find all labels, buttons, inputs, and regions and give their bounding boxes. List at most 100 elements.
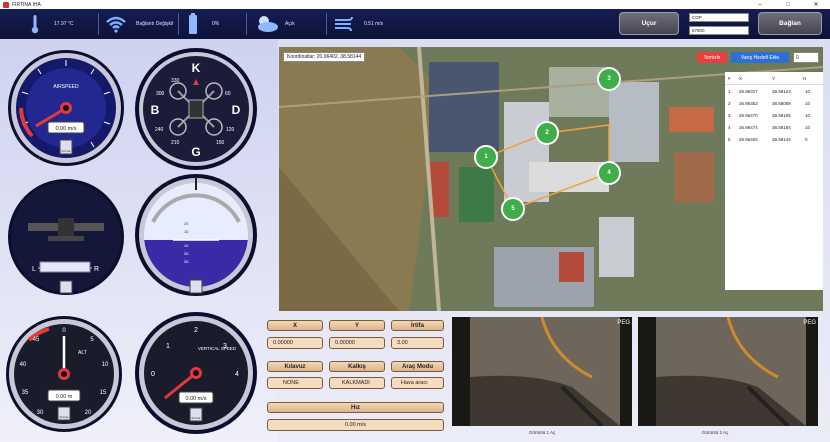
alt-tick-35: 35 — [22, 390, 29, 396]
table-header: # X Y H — [725, 72, 823, 85]
table-cell: 26.96352 — [739, 100, 758, 106]
wind-stat: 0.51 m/s — [334, 9, 383, 39]
waypoint-marker[interactable]: 4 — [597, 161, 621, 185]
hiz-value: 0.00 m/s — [267, 419, 444, 431]
table-row[interactable]: 3 26.96470 38.58105 10 — [725, 109, 823, 121]
waypoint-marker[interactable]: 1 — [474, 145, 498, 169]
camera-2-tag: PEG — [803, 320, 816, 326]
attitude-indicator-gauge: 20 10 10 20 20 — [135, 174, 257, 296]
irtifa-label: İrtifa — [391, 320, 444, 331]
satellite-map[interactable]: Koordinatlar: 20.96402, 38.58144 Temizle… — [279, 47, 823, 311]
compass-tick-300: 300 — [156, 91, 165, 97]
title-bar: FIRTINA IHA – □ ✕ — [0, 0, 830, 9]
kilavuz-label: Kılavuz — [267, 361, 323, 372]
waypoint-marker-label: 3 — [607, 76, 611, 82]
turn-left-label: L — [32, 266, 36, 273]
thermometer-icon — [31, 15, 39, 34]
battery-icon — [189, 13, 197, 34]
pitch-mark-20: 20 — [184, 221, 189, 226]
baud-select[interactable]: 57600 — [689, 26, 749, 35]
compass-tick-210: 210 — [171, 140, 180, 146]
varis-hedefi-button[interactable]: Varış Hedefi Ekle — [731, 52, 789, 63]
table-cell: 26.96317 — [739, 88, 758, 94]
alt-title: ALT — [78, 350, 87, 356]
temperature-stat: 17.97 °C — [30, 9, 74, 39]
vs-value: 0.00 m/s — [185, 396, 206, 402]
status-bar: 17.97 °C Bağlantı Değişkil 0% Açık 0.51 … — [0, 9, 830, 39]
table-cell: 10 — [805, 112, 811, 118]
camera-2-label[interactable]: Görüntü 2 Aç — [702, 430, 728, 435]
info-panel: X 0.00000 Y 0.00000 İrtifa 3.00 Kılavuz … — [264, 317, 448, 439]
table-cell: 38.58123 — [772, 88, 791, 94]
alt-tick-30: 30 — [37, 410, 44, 416]
temizle-button[interactable]: Temizle — [697, 52, 727, 63]
waypoint-marker[interactable]: 3 — [597, 67, 621, 91]
camera-feed-1[interactable]: PEG — [452, 317, 632, 426]
temperature-value: 17.97 °C — [54, 21, 74, 27]
waypoint-marker[interactable]: 2 — [535, 121, 559, 145]
table-cell: 4 — [728, 124, 731, 130]
airspeed-value: 0.00 m/s — [55, 126, 76, 132]
irtifa-value: 3.00 — [391, 337, 444, 349]
table-row[interactable]: 4 26.96474 38.58184 10 — [725, 121, 823, 133]
port-select[interactable]: COP — [689, 13, 749, 22]
minimize-button[interactable]: – — [746, 0, 774, 9]
table-cell: 38.58105 — [772, 112, 791, 118]
baglan-button[interactable]: Bağlan — [758, 12, 822, 35]
alt-tick-40: 40 — [20, 362, 27, 368]
vs-tick-4: 4 — [235, 371, 239, 378]
slip-ball-tube — [39, 261, 91, 273]
close-button[interactable]: ✕ — [802, 0, 830, 9]
waypoint-table: # X Y H 1 26.96317 38.58123 10 2 26.96352 38.5… — [725, 72, 823, 290]
alt-value: 0.00 m — [56, 394, 73, 400]
compass-north: K — [192, 61, 201, 75]
compass-west: B — [151, 103, 160, 117]
maximize-button[interactable]: □ — [774, 0, 802, 9]
col-y: Y — [772, 75, 776, 81]
app-icon — [3, 1, 9, 8]
alt-tick-20: 20 — [85, 410, 92, 416]
waypoint-marker-label: 1 — [484, 154, 488, 160]
pitch-mark-neg30: 20 — [184, 259, 189, 264]
arac-modu-value: Hava aracı — [391, 377, 444, 389]
altimeter-gauge: 0 5 10 15 20 25 30 35 40 45 ALT 0.00 m F… — [6, 316, 122, 432]
coords-label: Koordinatlar: 20.96402, 38.58144 — [283, 52, 366, 62]
table-row[interactable]: 5 26.96402 38.58144 0 — [725, 133, 823, 145]
wifi-icon — [106, 16, 126, 33]
camera-1-label[interactable]: Görüntü 1 Aç — [529, 430, 555, 435]
y-value: 0.00000 — [329, 337, 385, 349]
camera-feed-2[interactable]: PEG — [638, 317, 818, 426]
turn-coordinator-gauge: L R — [8, 179, 124, 295]
connection-value: Bağlantı Değişkil — [136, 21, 174, 27]
alt-tick-45: 45 — [33, 337, 40, 343]
target-input[interactable]: 0 — [793, 52, 819, 63]
waypoint-marker-label: 2 — [545, 130, 549, 136]
vs-tick-2: 2 — [194, 327, 198, 334]
window-title: FIRTINA IHA — [12, 1, 41, 8]
table-cell: 10 — [805, 124, 811, 130]
vertical-speed-gauge: 1 2 3 4 0 VERTICAL SPEED 0.00 m/s Fırtın… — [135, 312, 257, 434]
turn-right-label: R — [94, 266, 99, 273]
wind-icon — [335, 16, 353, 32]
table-cell: 1 — [728, 88, 731, 94]
waypoint-marker[interactable]: 5 — [501, 197, 525, 221]
pitch-mark-neg10: 10 — [184, 243, 189, 248]
table-cell: 10 — [805, 100, 811, 106]
table-cell: 26.96474 — [739, 124, 758, 130]
compass-south: G — [191, 145, 200, 159]
table-cell: 5 — [728, 136, 731, 142]
vs-tick-1: 1 — [166, 343, 170, 350]
compass-tick-60: 60 — [225, 91, 231, 97]
table-row[interactable]: 1 26.96317 38.58123 10 — [725, 85, 823, 97]
compass-east: D — [232, 103, 241, 117]
ucur-button[interactable]: Uçur — [619, 12, 679, 35]
kilavuz-value: NONE — [267, 377, 323, 389]
connection-stat: Bağlantı Değişkil — [106, 9, 173, 39]
compass-tick-120: 120 — [226, 127, 235, 133]
airspeed-gauge: AIRSPEED 0.00 m/s Fırtına — [8, 50, 124, 166]
col-num: # — [728, 75, 731, 81]
alt-tick-15: 15 — [100, 390, 107, 396]
vs-tick-0: 0 — [151, 371, 155, 378]
table-cell: 2 — [728, 100, 731, 106]
table-row[interactable]: 2 26.96352 38.58089 10 — [725, 97, 823, 109]
